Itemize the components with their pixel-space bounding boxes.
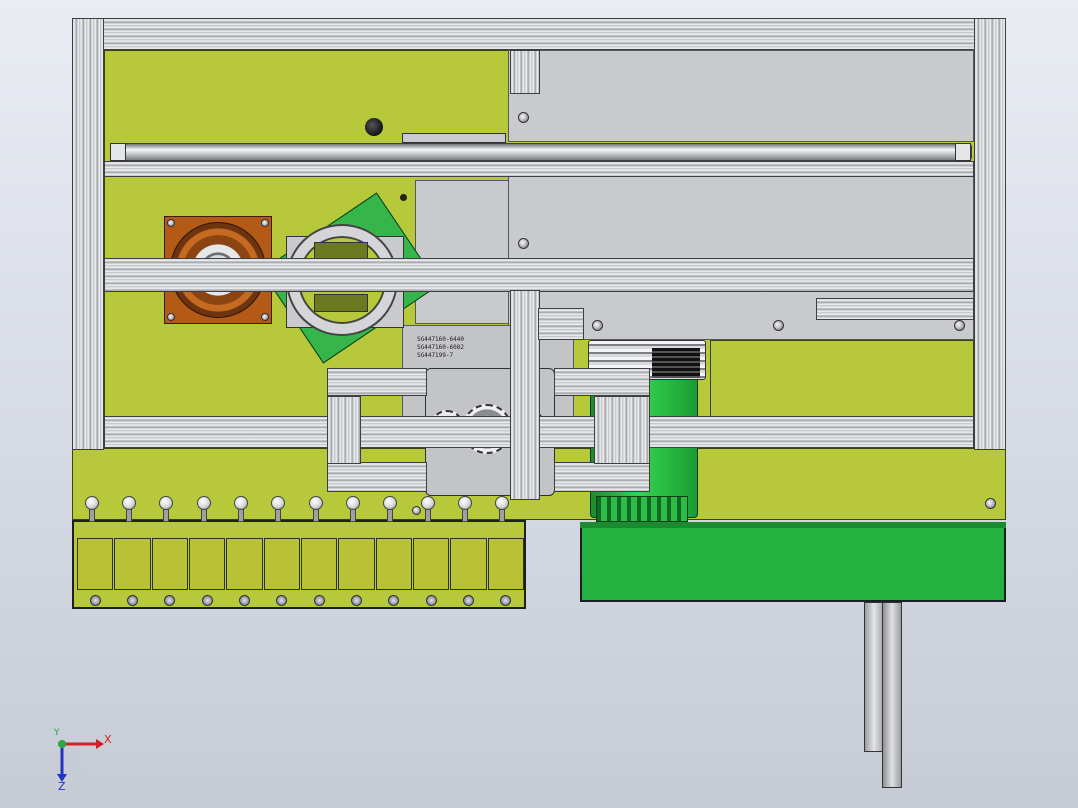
feeder-slot [338,538,375,590]
right-green-plate [710,340,974,418]
center-vertical-rail [510,50,540,94]
center-vertical-rail-lower [510,290,540,500]
right-post [594,396,650,464]
feeder-slot [413,538,450,590]
x-axis-label: X [104,733,112,746]
feeder-slot [189,538,226,590]
y-axis-dot [58,740,66,748]
coordinate-triad: X Y Z [44,724,124,794]
right-short-rail-lower [554,462,650,492]
flange-bolt-2 [261,219,269,227]
feeder-hole [164,595,176,606]
feeder-hole [388,595,400,606]
feeder-pins [72,492,526,528]
sensor-bracket [402,133,506,143]
small-fastener [400,194,407,201]
housing-block [415,180,509,324]
feeder-pin-ball [122,496,136,510]
feeder-slot [450,538,487,590]
feeder-slot [263,538,300,590]
feeder-pin-ball [84,496,99,510]
frame-right-rail [974,18,1006,450]
cover-bolt-3 [592,320,603,331]
feeder-hole [127,595,138,606]
feeder-hole [201,595,213,606]
feeder-pin-ball [234,496,248,510]
belt [652,348,700,378]
right-short-rail [554,368,650,396]
feeder-slot [226,538,263,590]
feeder-slot [151,538,188,590]
ring-bearing-window-bottom [314,294,368,312]
x-axis-arrow [96,739,104,749]
z-axis-label: Z [58,780,66,793]
flange-bolt-1 [167,219,175,227]
motor-fan [596,496,688,522]
cover-bolt-4 [773,320,784,331]
feeder-pin-ball [308,496,323,510]
flange-bolt-4 [261,313,269,321]
feeder-slot [77,538,114,590]
triad-arc [62,746,90,774]
frame-top-rail [72,18,1006,50]
feeder-hole [313,595,325,606]
y-axis-label: Y [54,728,60,738]
feeder-pin-ball [271,496,286,510]
frame-left-rail [72,18,104,450]
knob [365,118,383,136]
plate-bolt-right [985,498,996,509]
part-number-3: SG447199-7 [417,352,454,359]
conveyor-top-edge [580,522,1006,528]
cover-bolt-5 [954,320,965,331]
cover-plate-top-right [508,50,974,142]
cover-bolt-2 [518,238,529,249]
feeder-pin-ball [420,496,435,510]
feeder-pin-ball [495,496,510,510]
feeder-hole [89,595,101,606]
rod-end-right [955,143,971,161]
feeder-hole [276,595,288,606]
feeder-slot [375,538,412,590]
feeder-pin-ball [159,496,174,510]
right-cover-rail [816,298,974,320]
small-rail-block [538,308,584,340]
left-post [327,396,361,464]
left-short-rail [327,368,427,396]
conveyor-block [580,522,1006,602]
middle-cross-rail [104,258,974,292]
feeder-hole [239,595,250,606]
feeder-hole [500,595,512,606]
machine-assembly: SG447160-6440 SG447160-6082 SG447199-7 [0,0,1078,808]
feeder-pin-ball [458,496,472,510]
feeder-hole [351,595,362,606]
feeder-slot [114,538,151,590]
feeder-slot [301,538,338,590]
feeder-pin-ball [346,496,360,510]
feeder-slots [76,538,524,590]
cover-bolt-1 [518,112,529,123]
part-number-labels: SG447160-6440 SG447160-6082 SG447199-7 [417,336,507,362]
feeder-hole [463,595,474,606]
guide-rod [110,143,972,161]
feeder-pin-ball [196,496,211,510]
flange-bolt-3 [167,313,175,321]
left-short-rail-lower [327,462,427,492]
rod-end-left [110,143,126,161]
feeder-strip [72,520,526,609]
support-leg-outer [864,602,884,752]
support-leg-inner [882,602,902,788]
feeder-pin-ball [383,496,398,510]
feeder-slot [487,538,524,590]
part-number-1: SG447160-6440 [417,336,464,343]
rod-support-rail [104,161,974,177]
feeder-holes [76,594,524,608]
part-number-2: SG447160-6082 [417,344,464,351]
feeder-hole [425,595,437,606]
